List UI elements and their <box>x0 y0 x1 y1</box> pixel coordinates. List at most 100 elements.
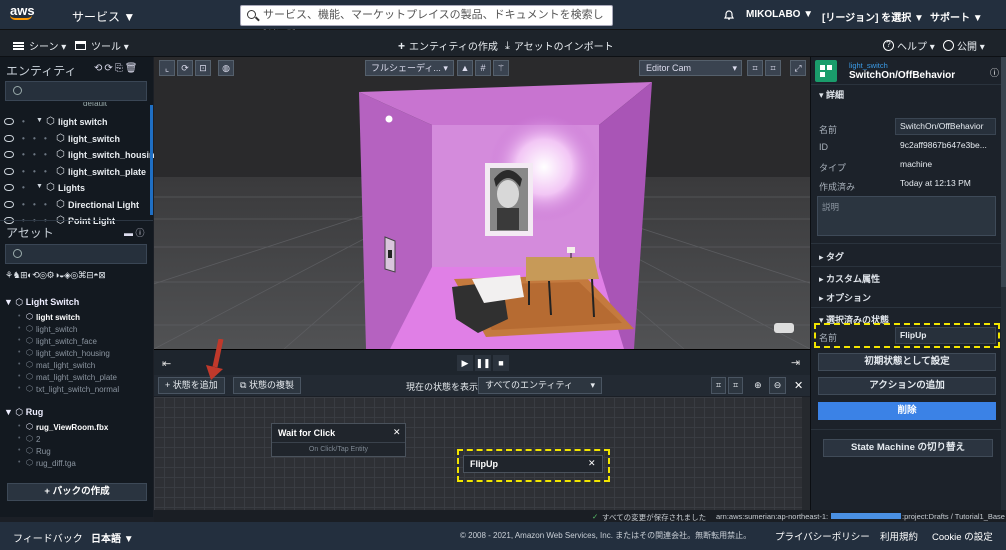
entity-row[interactable]: • ▼ ⬡ Lights <box>0 180 153 197</box>
import-asset-button[interactable]: ⤓ アセットのインポート <box>505 38 614 53</box>
play-icon[interactable]: ▶ <box>457 355 473 371</box>
eye-icon[interactable] <box>4 167 14 175</box>
asset-group-rug[interactable]: ▼ ⬡ Rug <box>4 407 43 418</box>
description-textarea[interactable]: 説明 <box>817 196 996 236</box>
zoom-in-icon[interactable]: ⊕ <box>749 377 767 394</box>
copy-icon: ⧉ <box>240 380 249 390</box>
asset-item[interactable]: • ⬡ 2 <box>0 434 153 446</box>
world-space-icon[interactable]: ◍ <box>218 60 234 76</box>
move-tool-icon[interactable]: ⌞ <box>159 60 175 76</box>
terms-link[interactable]: 利用規約 <box>880 529 918 543</box>
asset-search-input[interactable] <box>5 244 147 264</box>
zoom-out-icon[interactable]: ⊖ <box>768 377 787 394</box>
asset-item[interactable]: • ⬡ light_switch_housing <box>0 348 153 360</box>
stop-icon[interactable]: ■ <box>493 355 509 371</box>
eye-icon[interactable] <box>4 151 14 158</box>
asset-type-filter-icons[interactable]: ⚘♞⊞◐⟲◎⚙◑◒◈◎⌘⊟◓⊠ <box>5 270 150 281</box>
close-icon[interactable]: ✕ <box>794 379 803 392</box>
support-menu[interactable]: サポート ▼ <box>930 9 983 24</box>
expand-arrow-icon[interactable]: ▼ <box>36 117 43 124</box>
entity-filter-select[interactable]: すべてのエンティティ ▾ <box>478 377 602 394</box>
frame-selection-icon[interactable]: ⌗ <box>747 60 763 76</box>
entity-tree: • ▼ ⬡ light switch • • • ⬡ light_switch • • • ⬡ l… <box>0 114 155 230</box>
magic-wand-icon[interactable]: ⚚ <box>493 60 509 76</box>
scene-menu[interactable]: シーン ▾ <box>13 38 66 53</box>
help-circle-icon[interactable]: ⓘ <box>990 66 999 79</box>
collapse-left-icon[interactable]: ⇤ <box>162 357 171 370</box>
fit-view-icon[interactable]: ⌗ <box>711 377 727 394</box>
options-section[interactable]: ▸ オプション <box>819 291 871 304</box>
asset-item[interactable]: • ⬡ Rug <box>0 446 153 458</box>
tags-section[interactable]: ▸ タグ <box>819 250 844 263</box>
entity-row[interactable]: • • • ⬡ Directional Light <box>0 197 153 214</box>
entity-row[interactable]: • • • ⬡ light_switch_housin <box>0 147 155 164</box>
camera-select[interactable]: Editor Cam ▾ <box>639 60 742 76</box>
add-action-button[interactable]: アクションの追加 <box>818 377 996 395</box>
feedback-link[interactable]: フィードバック <box>13 530 83 545</box>
account-menu[interactable]: MIKOLABO ▼ <box>746 9 813 20</box>
eye-icon[interactable] <box>4 118 14 125</box>
shapes-icon[interactable]: ▲ <box>457 60 473 76</box>
entity-row[interactable]: • • • ⬡ light_switch_plate <box>0 164 153 181</box>
tools-menu[interactable]: ツール ▾ <box>75 38 129 53</box>
scene-viewport[interactable]: ⌞ ⟳ ⊡ ◍ フルシェーディ... ▾ ▲ # ⚚ Editor Cam ▾ ⌗… <box>154 57 810 349</box>
set-initial-state-button[interactable]: 初期状態として設定 <box>818 353 996 371</box>
asset-item[interactable]: • ⬡ mat_light_switch_plate <box>0 372 153 384</box>
name-field[interactable]: SwitchOn/OffBehavior <box>895 118 996 135</box>
close-icon[interactable]: ✕ <box>393 427 401 438</box>
bell-icon[interactable] <box>723 9 735 21</box>
eye-icon[interactable] <box>4 184 14 191</box>
entity-label: Point Light <box>68 216 115 226</box>
collapse-right-icon[interactable]: ⇥ <box>791 356 800 369</box>
privacy-link[interactable]: プライバシーポリシー <box>775 529 870 543</box>
create-entity-button[interactable]: + エンティティの作成 <box>398 38 498 54</box>
create-pack-button[interactable]: + パックの作成 <box>7 483 147 501</box>
state-node-flipup[interactable]: FlipUp ✕ <box>463 455 603 473</box>
asset-item[interactable]: • ⬡ rug_diff.tga <box>0 458 153 470</box>
cookie-link[interactable]: Cookie の設定 <box>932 529 993 543</box>
aws-logo[interactable]: aws <box>10 4 35 20</box>
asset-item[interactable]: • ⬡ mat_light_switch <box>0 360 153 372</box>
asset-panel-actions[interactable]: ▬ ⓘ <box>124 226 145 239</box>
duplicate-state-button[interactable]: ⧉ 状態の複製 <box>233 377 301 394</box>
entity-row[interactable]: • • • ⬡ light_switch <box>0 131 153 148</box>
asset-item[interactable]: • ⬡ rug_ViewRoom.fbx <box>0 422 153 434</box>
state-node-wait-for-click[interactable]: Wait for Click ✕ On Click/Tap Entity <box>271 423 406 457</box>
entity-scrollbar[interactable] <box>150 105 153 215</box>
custom-attributes-section[interactable]: ▸ カスタム属性 <box>819 272 880 285</box>
expand-arrow-icon[interactable]: ▼ <box>36 183 43 190</box>
entity-panel-actions[interactable]: ⟲⟳⎘🗑 <box>94 63 139 74</box>
grid-icon[interactable]: # <box>475 60 491 76</box>
inspector-scrollbar[interactable] <box>1001 57 1006 517</box>
language-select[interactable]: 日本語 ▼ <box>91 530 134 545</box>
publish-menu[interactable]: 公開 ▾ <box>943 38 985 53</box>
toggle-state-machine-button[interactable]: State Machine の切り替え <box>823 439 993 457</box>
scale-tool-icon[interactable]: ⊡ <box>195 60 211 76</box>
shading-mode-select[interactable]: フルシェーディ... ▾ <box>365 60 454 76</box>
canvas-scrollbar[interactable] <box>802 397 810 510</box>
delete-state-button[interactable]: 削除 <box>818 402 996 420</box>
asset-item[interactable]: • ⬡ light switch <box>0 312 153 324</box>
fullscreen-icon[interactable]: ⤢ <box>790 60 806 76</box>
asset-item[interactable]: • ⬡ light_switch <box>0 324 153 336</box>
eye-icon[interactable] <box>4 200 14 208</box>
state-name-field[interactable]: FlipUp <box>895 327 996 344</box>
search-input[interactable]: サービス、機能、マーケットプレイスの製品、ドキュメントを検索し [Alt+S] <box>240 5 613 40</box>
frame-all-icon[interactable]: ⌗ <box>765 60 781 76</box>
entity-row[interactable]: • ▼ ⬡ light switch <box>0 114 153 131</box>
entities-title: エンティティ <box>6 64 77 78</box>
asset-item[interactable]: • ⬡ txt_light_switch_normal <box>0 384 153 396</box>
state-machine-canvas[interactable]: Wait for Click ✕ On Click/Tap Entity Fli… <box>154 397 810 510</box>
asset-item[interactable]: • ⬡ light_switch_face <box>0 336 153 348</box>
details-section[interactable]: ▾ 詳細 <box>819 88 844 101</box>
pause-icon[interactable]: ❚❚ <box>475 355 491 371</box>
entity-search-input[interactable] <box>5 81 147 101</box>
region-menu[interactable]: [リージョン] を選択 ▼ <box>822 9 924 24</box>
rotate-tool-icon[interactable]: ⟳ <box>177 60 193 76</box>
eye-icon[interactable] <box>4 134 14 142</box>
help-menu[interactable]: ? ヘルプ ▾ <box>883 38 935 53</box>
services-menu[interactable]: サービス ▼ <box>72 8 135 25</box>
close-icon[interactable]: ✕ <box>588 458 596 469</box>
center-view-icon[interactable]: ⌗ <box>728 377 744 394</box>
asset-group-light-switch[interactable]: ▼ ⬡ Light Switch <box>4 297 79 308</box>
